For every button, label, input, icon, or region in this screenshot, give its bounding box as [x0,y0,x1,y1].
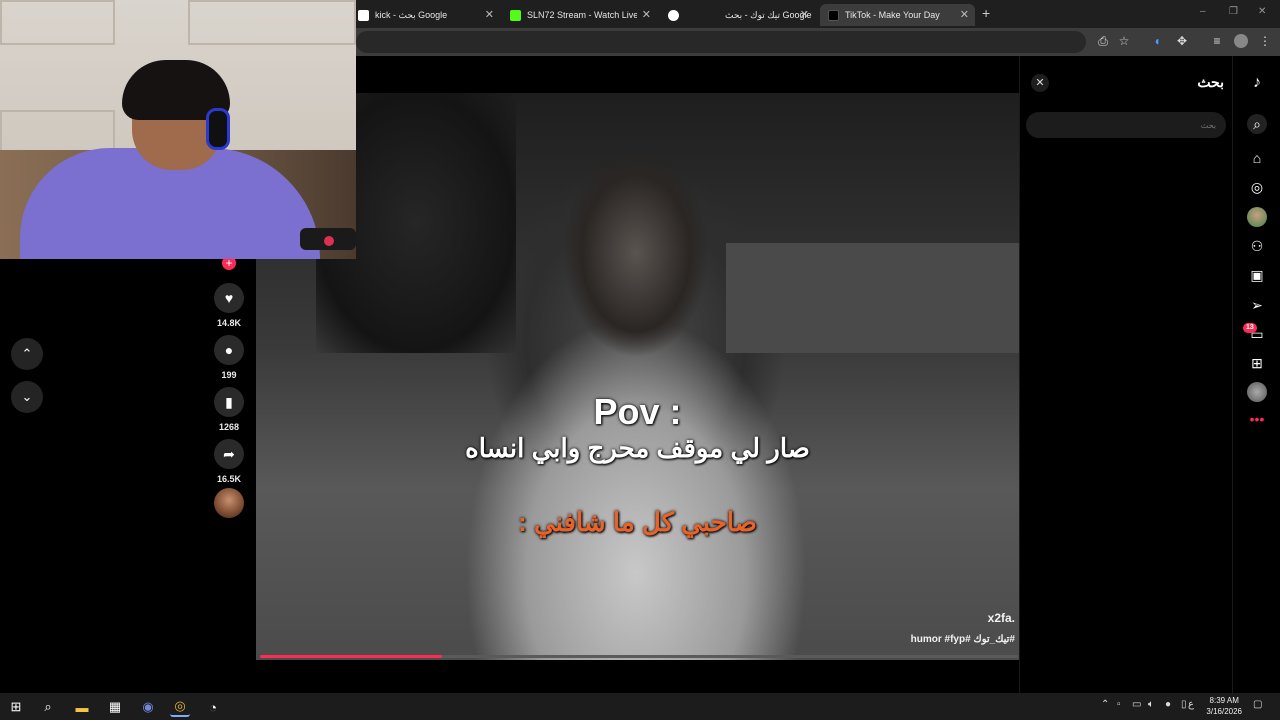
friends-icon[interactable]: ⚇ [1247,236,1267,256]
save-action[interactable]: ▮ 1268 [213,387,245,432]
save-count: 1268 [218,422,240,432]
chevron-up-icon: ⌃ [21,346,33,361]
network-icon[interactable]: ▭ [1132,699,1141,710]
watermark: x2fa. [987,611,1015,625]
tab-kick-stream[interactable]: SLN72 Stream - Watch Live on Kick ✕ [502,4,657,26]
like-action[interactable]: ♥ 14.8K [213,283,245,328]
google-icon [358,9,369,21]
video-progress-bar[interactable] [260,655,1018,658]
home-icon[interactable]: ⌂ [1247,148,1267,168]
more-icon[interactable]: ••• [1247,409,1267,429]
new-tab-button[interactable]: + [982,5,990,21]
share-action[interactable]: ➦ 16.5K [213,439,245,484]
profile-icon[interactable] [1234,34,1248,48]
share-icon[interactable]: ➦ [214,439,244,469]
google-icon [668,9,679,21]
search-input[interactable] [1026,112,1226,138]
discord-icon[interactable]: ◉ [138,697,158,717]
store-icon[interactable]: ▦ [105,697,125,717]
next-video-button[interactable]: ⌄ [11,381,43,413]
clock-date: 3/16/2026 [1206,707,1242,716]
explore-compass-icon[interactable]: ◎ [1247,177,1267,197]
microphone-icon[interactable]: ● [1165,699,1171,710]
caption-pov: Pov : [593,391,682,432]
windows-start-icon[interactable]: ⊞ [6,697,26,717]
mic-light [324,236,334,246]
tiktok-logo-icon[interactable]: ♪ [1247,73,1267,93]
previous-video-button[interactable]: ⌃ [11,338,43,370]
sound-avatar[interactable] [214,488,244,518]
puzzle-icon[interactable]: ✥ [1175,34,1189,48]
address-bar[interactable] [356,31,1086,53]
menu-icon[interactable]: ⋮ [1258,34,1272,48]
comment-action[interactable]: ● 199 [213,335,245,380]
video-hashtags[interactable]: #تيك_توك #humor #fyp [911,634,1015,645]
close-window-button[interactable]: ✕ [1258,6,1266,17]
tab-title: kick - بحث Google [375,9,448,20]
file-explorer-icon[interactable]: ▬ [72,697,92,717]
tray-app-icon[interactable]: ▯ [1181,699,1187,710]
close-search-button[interactable]: ✕ [1031,74,1049,92]
video-top-bar [356,61,1018,93]
volume-icon[interactable]: 🔈︎ [1148,699,1154,710]
search-panel: ✕ بحث [1019,56,1232,693]
bookmark-icon[interactable]: ▮ [214,387,244,417]
heart-icon[interactable]: ♥ [214,283,244,313]
tray-chevron-icon[interactable]: ⌃ [1101,699,1109,710]
wall-panel [188,0,356,45]
tab-google-tiktok[interactable]: تيك توك - بحث Google ✕ [660,4,815,26]
install-app-icon[interactable]: ⎙ [1096,34,1110,48]
system-clock[interactable]: 8:39 AM 3/16/2026 [1206,695,1242,717]
close-icon[interactable]: ✕ [960,8,969,21]
like-count: 14.8K [216,318,242,328]
inbox-badge: 13 [1243,323,1257,333]
caption-line-3: صاحبي كل ما شافني : [518,507,757,537]
video-subject [426,103,846,660]
video-progress-fill [260,655,442,658]
caption-line-2: صار لي موقف محرج وابي انساه [465,433,810,463]
bookmark-star-icon[interactable]: ☆ [1117,34,1131,48]
tab-title: SLN72 Stream - Watch Live on Kick [527,10,637,20]
search-panel-title: بحث [1197,74,1224,90]
tab-google-kick[interactable]: kick - بحث Google ✕ [350,4,500,26]
extension-icon[interactable]: ◖ [1150,34,1164,48]
media-control-icon[interactable]: ≡ [1210,34,1224,48]
tiktok-sidebar: ♪ ⌕ ⌂ ◎ ⚇ ▣ ➢ ▭ ⊞ ••• [1232,56,1280,693]
kick-icon [510,9,521,21]
chrome-icon[interactable]: ◎ [170,697,190,717]
chevron-down-icon: ⌄ [21,389,33,404]
webcam-overlay [0,0,356,259]
following-avatar[interactable] [1247,207,1267,227]
comment-count: 199 [221,370,237,380]
close-icon[interactable]: ✕ [485,8,494,21]
share-count: 16.5K [216,474,242,484]
profile-avatar[interactable] [1247,382,1267,402]
search-icon[interactable]: ⌕ [38,697,58,717]
headset-icon [206,108,230,150]
comment-icon[interactable]: ● [214,335,244,365]
search-icon[interactable]: ⌕ [1247,114,1267,134]
close-icon[interactable]: ✕ [642,8,651,21]
tab-tiktok[interactable]: TikTok - Make Your Day ✕ [820,4,975,26]
close-icon[interactable]: ✕ [800,8,809,21]
notifications-icon[interactable]: ▢ [1253,699,1262,710]
minimize-button[interactable]: – [1200,6,1206,17]
tray-app-icon[interactable]: ▫ [1117,699,1121,710]
live-icon[interactable]: ▣ [1247,265,1267,285]
clock-time: 8:39 AM [1209,696,1239,705]
wall-panel [0,0,115,45]
tiktok-icon [828,9,839,21]
video-player[interactable]: Pov : صار لي موقف محرج وابي انساه صاحبي … [256,93,1019,660]
obs-icon[interactable]: ◔ [203,697,223,717]
tab-title: تيك توك - بحث Google [725,9,812,20]
windows-taskbar: ⊞ ⌕ ▬ ▦ ◉ ◎ ◔ ⌃ ▫ ▭ 🔈︎ ● ▯ ع 8:39 AM 3/1… [0,693,1280,720]
messages-send-icon[interactable]: ➢ [1247,295,1267,315]
restore-button[interactable]: ❐ [1229,6,1238,17]
input-language[interactable]: ع [1188,699,1194,710]
upload-icon[interactable]: ⊞ [1247,353,1267,373]
tab-title: TikTok - Make Your Day [845,10,940,20]
